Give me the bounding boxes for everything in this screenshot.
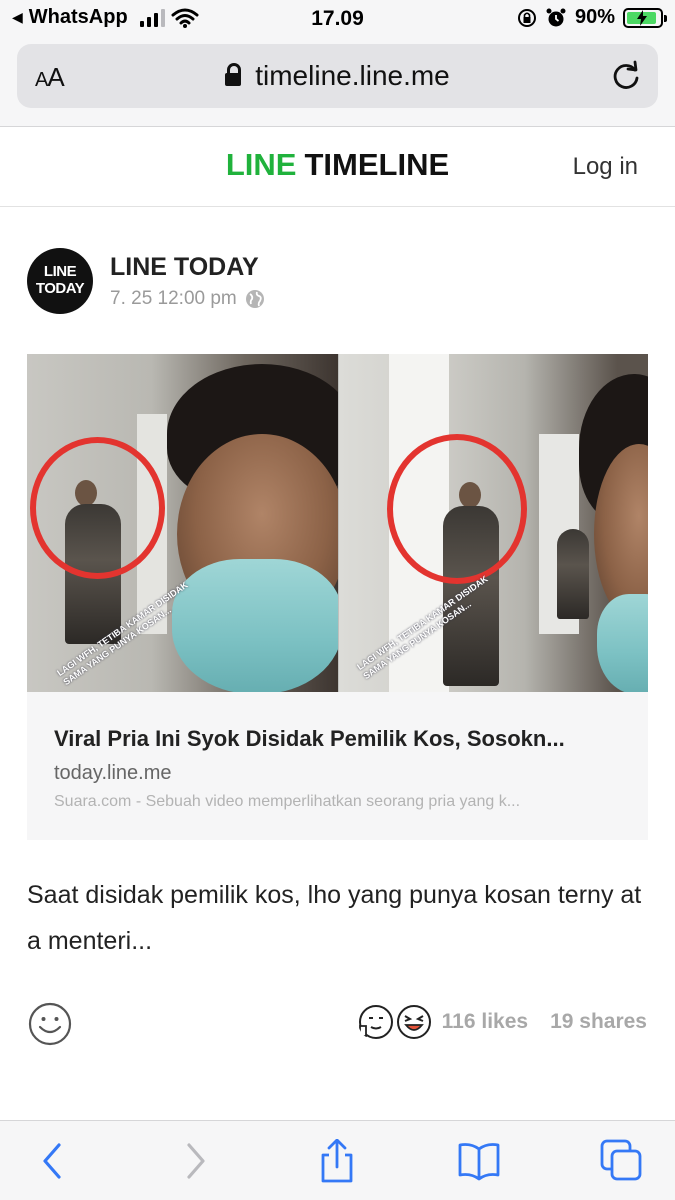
share-icon[interactable]: [315, 1139, 359, 1183]
rotation-lock-icon: [517, 8, 536, 27]
login-link[interactable]: Log in: [573, 153, 638, 181]
shares-count[interactable]: 19 shares: [550, 1010, 647, 1034]
battery-icon: [623, 7, 667, 28]
line-header: LINE TIMELINE Log in: [0, 127, 675, 207]
likes-count[interactable]: 116 likes: [442, 1010, 528, 1034]
post-media-image[interactable]: LAGI WFH, TETIBA KAMAR DISIDAK SAMA YANG…: [27, 354, 648, 692]
back-to-app-button[interactable]: ◀ WhatsApp: [12, 6, 199, 29]
back-triangle-icon: ◀: [12, 9, 23, 25]
url-display[interactable]: timeline.line.me: [17, 60, 658, 92]
logo-line-text: LINE: [225, 147, 297, 182]
post-author[interactable]: LINE TODAY: [110, 253, 259, 282]
signal-icon: [139, 8, 165, 27]
wifi-icon: [171, 8, 199, 28]
media-panel-right: LAGI WFH, TETIBA KAMAR DISIDAK SAMA YANG…: [339, 354, 648, 692]
thumbs-up-sticker-icon: [357, 1004, 394, 1040]
status-bar: ◀ WhatsApp 17.09 90%: [0, 0, 675, 40]
post-meta: 7. 25 12:00 pm: [110, 288, 265, 310]
address-bar[interactable]: AA timeline.line.me: [17, 44, 658, 108]
link-domain: today.line.me: [54, 762, 172, 784]
bookmarks-icon[interactable]: [457, 1139, 501, 1183]
post-stats: 116 likes 19 shares: [357, 1004, 647, 1040]
post-text: Saat disidak pemilik kos, lho yang punya…: [27, 881, 642, 955]
avatar-text-line1: LINE: [43, 263, 77, 280]
link-preview-card[interactable]: Viral Pria Ini Syok Disidak Pemilik Kos,…: [27, 692, 648, 840]
charging-bolt-icon: [637, 9, 647, 26]
tabs-icon[interactable]: [600, 1139, 644, 1183]
back-icon[interactable]: [30, 1139, 74, 1183]
browser-toolbar: [0, 1120, 675, 1200]
lock-icon: [225, 63, 242, 87]
link-title: Viral Pria Ini Syok Disidak Pemilik Kos,…: [54, 726, 565, 751]
laughing-sticker-icon: [395, 1004, 432, 1040]
status-right: 90%: [517, 6, 667, 29]
globe-icon: [245, 290, 264, 308]
forward-icon[interactable]: [174, 1139, 218, 1183]
post-timestamp: 7. 25 12:00 pm: [110, 288, 237, 309]
media-panel-left: LAGI WFH, TETIBA KAMAR DISIDAK SAMA YANG…: [27, 354, 338, 692]
smiley-react-icon[interactable]: [28, 1002, 72, 1046]
alarm-icon: [546, 8, 566, 26]
avatar[interactable]: LINE TODAY: [27, 248, 93, 314]
reload-icon[interactable]: [608, 58, 644, 94]
browser-address-area: AA timeline.line.me: [0, 40, 675, 127]
back-app-label: WhatsApp: [28, 6, 128, 28]
link-description: Suara.com - Sebuah video memperlihatkan …: [54, 793, 521, 810]
avatar-text-line2: TODAY: [35, 280, 85, 297]
logo-timeline-text: TIMELINE: [304, 147, 450, 182]
url-text: timeline.line.me: [255, 60, 450, 91]
battery-percent: 90%: [574, 6, 615, 28]
